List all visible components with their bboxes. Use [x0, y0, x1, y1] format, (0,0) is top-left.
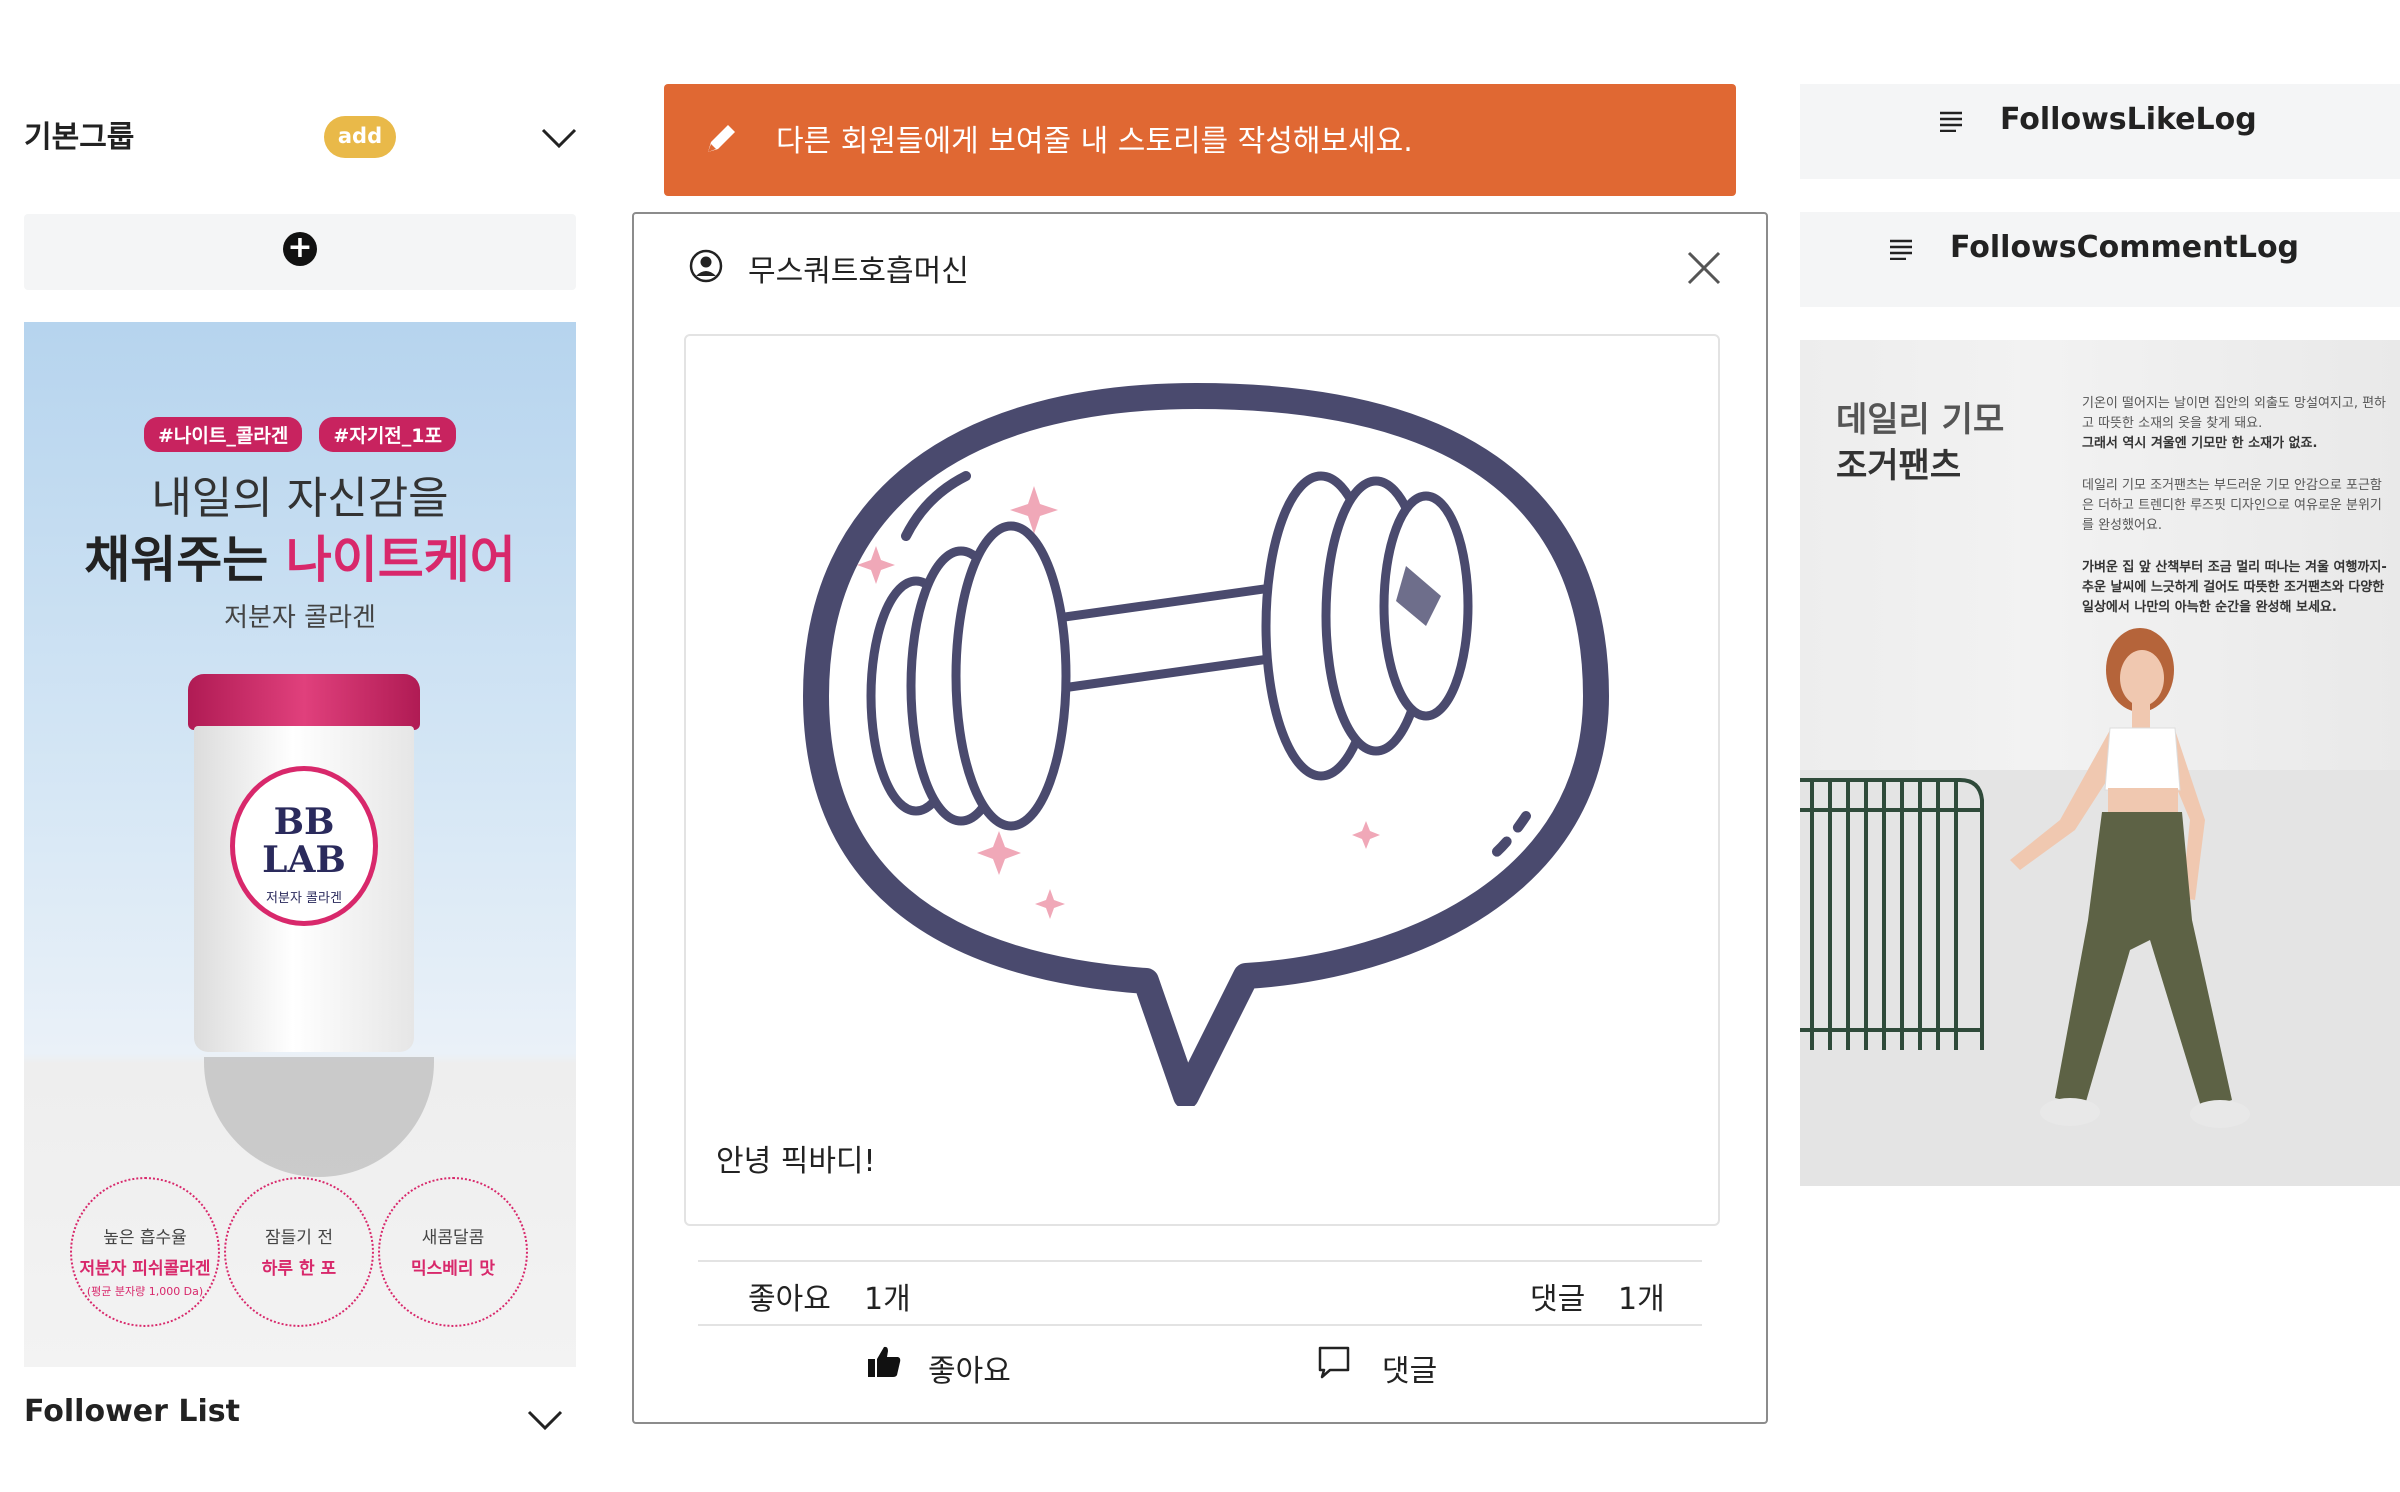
dumbbell-speech-bubble-image [803, 383, 1609, 1106]
collagen-ad-banner[interactable]: #나이트_콜라겐 #자기전_1포 내일의 자신감을 채워주는 나이트케어 저분자… [24, 322, 576, 1367]
model-photo [2010, 628, 2250, 1128]
like-button[interactable]: 좋아요 [928, 1346, 1011, 1390]
product-brand-1: BB [273, 801, 335, 843]
ad-paragraph-bold: 그래서 역시 겨울엔 기모만 한 소재가 없죠. [2082, 436, 2318, 451]
ad-subtitle: 저분자 콜라겐 [224, 603, 376, 633]
feature-circle: 잠들기 전 하루 한 포 [224, 1177, 374, 1327]
product-shadow [204, 1057, 434, 1177]
feature-line1: 새콤달콤 [421, 1228, 485, 1248]
chevron-down-icon[interactable] [526, 1408, 564, 1432]
pencil-icon [708, 125, 735, 152]
metal-fence-image [1800, 778, 1984, 1050]
ad-tag: #나이트_콜라겐 [144, 417, 303, 452]
ad-paragraph: 기온이 떨어지는 날이면 집안의 외출도 망설여지고, 편하고 따뜻한 소재의 … [2082, 396, 2387, 431]
feature-line3: (평균 분자량 1,000 Da) [86, 1285, 204, 1298]
product-body: BB LAB 저분자 콜라겐 [194, 726, 414, 1052]
ad-tag: #자기전_1포 [319, 417, 456, 452]
write-story-button[interactable]: 다른 회원들에게 보여줄 내 스토리를 작성해보세요. [664, 84, 1736, 196]
product-brand-2: LAB [262, 839, 346, 881]
product-brand: BB LAB [235, 803, 373, 879]
ad-title-1: 데일리 기모 [1836, 400, 2005, 440]
ad-headline-2-highlight: 나이트케어 [285, 531, 516, 589]
comment-button[interactable]: 댓글 [1382, 1346, 1437, 1390]
likes-label: 좋아요 [748, 1282, 831, 1317]
post-content: 안녕 픽바디! [684, 334, 1720, 1226]
feature-circle: 새콤달콤 믹스베리 맛 [378, 1177, 528, 1327]
ad-paragraph: 데일리 기모 조거팬츠는 부드러운 기모 안감으로 포근함은 더하고 트렌디한 … [2082, 478, 2382, 533]
ad-paragraph-bold: 가벼운 집 앞 산책부터 조금 멀리 떠나는 겨울 여행까지- 추운 날씨에 느… [2082, 560, 2387, 615]
follows-comment-log-button[interactable]: FollowsCommentLog [1800, 212, 2400, 307]
feature-line1: 잠들기 전 [265, 1228, 333, 1248]
product-label: BB LAB 저분자 콜라겐 [230, 766, 378, 926]
post-text: 안녕 픽바디! [716, 1144, 876, 1179]
ad-tags: #나이트_콜라겐 #자기전_1포 [24, 417, 576, 452]
follower-list-title: Follower List [24, 1394, 240, 1429]
ad-headline-2: 채워주는 나이트케어 [24, 520, 576, 592]
chevron-down-icon[interactable] [540, 126, 578, 150]
add-group-button[interactable]: + [24, 214, 576, 290]
ad-headline-1: 내일의 자신감을 [151, 473, 449, 524]
likes-count[interactable]: 1개 [864, 1274, 911, 1318]
feature-line1: 높은 흡수율 [103, 1228, 187, 1248]
feature-circle: 높은 흡수율 저분자 피쉬콜라겐 (평균 분자량 1,000 Da) [70, 1177, 220, 1327]
product-can: BB LAB 저분자 콜라겐 [188, 674, 420, 1054]
list-lines-icon [1890, 239, 1912, 260]
ad-headline-2-prefix: 채워주는 [84, 531, 286, 589]
comments-label: 댓글 [1530, 1282, 1586, 1317]
follows-like-log-button[interactable]: FollowsLikeLog [1800, 84, 2400, 179]
divider [698, 1324, 1702, 1326]
group-header[interactable]: 기본그룹 add [24, 100, 578, 170]
feature-line2: 믹스베리 맛 [410, 1259, 496, 1279]
feature-line2: 저분자 피쉬콜라겐 [79, 1259, 211, 1279]
ad-title-2: 조거팬츠 [1836, 446, 1962, 486]
follows-comment-log-label: FollowsCommentLog [1950, 230, 2300, 265]
story-prompt: 다른 회원들에게 보여줄 내 스토리를 작성해보세요. [776, 124, 1413, 159]
add-badge-button[interactable]: add [324, 116, 396, 158]
follower-list-header[interactable]: Follower List [24, 1390, 576, 1440]
close-icon[interactable] [1684, 248, 1724, 288]
user-circle-icon [689, 249, 723, 283]
post-username[interactable]: 무스쿼트호흡머신 [748, 246, 969, 290]
comments-count[interactable]: 1개 [1618, 1274, 1665, 1318]
list-lines-icon [1940, 111, 1962, 132]
divider [698, 1260, 1702, 1262]
group-title: 기본그룹 [24, 120, 135, 155]
comment-icon[interactable] [1316, 1344, 1352, 1380]
product-lid [188, 674, 420, 730]
jogger-pants-ad-banner[interactable]: 데일리 기모 조거팬츠 기온이 떨어지는 날이면 집안의 외출도 망설여지고, … [1800, 340, 2400, 1186]
product-name: 저분자 콜라겐 [266, 891, 342, 906]
plus-circle-icon: + [283, 232, 317, 266]
follows-like-log-label: FollowsLikeLog [2000, 102, 2257, 137]
post-card: 무스쿼트호흡머신 안녕 픽바디! 좋아요 1개 댓글 1개 좋아요 댓글 [632, 212, 1768, 1424]
feature-line2: 하루 한 포 [261, 1259, 337, 1279]
thumbs-up-icon[interactable] [866, 1344, 902, 1380]
